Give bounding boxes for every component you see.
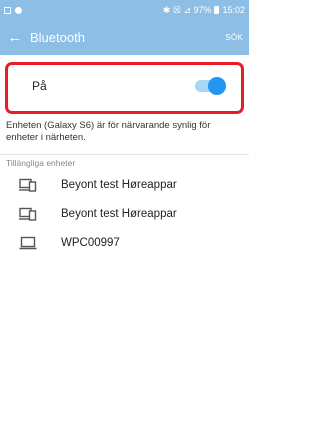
- signal-indicators: ✱ ☒ ⊿ 97%: [162, 4, 212, 15]
- device-name: WPC00997: [61, 236, 120, 249]
- devices-icon: [18, 207, 38, 221]
- battery-icon: [214, 6, 220, 14]
- device-list: Beyont test Høreappar Beyont test Høreap…: [0, 170, 249, 257]
- device-item[interactable]: Beyont test Høreappar: [0, 170, 249, 199]
- screenshot-notification-icon: [4, 6, 11, 14]
- app-bar: ← Bluetooth SÖK: [0, 20, 249, 55]
- search-button[interactable]: SÖK: [225, 33, 243, 42]
- device-name: Beyont test Høreappar: [61, 178, 177, 191]
- visibility-description: Enheten (Galaxy S6) är för närvarande sy…: [0, 117, 249, 155]
- status-time: 15:02: [222, 5, 245, 15]
- device-name: Beyont test Høreappar: [61, 207, 177, 220]
- bluetooth-toggle-label: På: [32, 79, 47, 93]
- device-item[interactable]: WPC00997: [0, 228, 249, 257]
- page-title: Bluetooth: [30, 30, 85, 45]
- available-devices-header: Tillängliga enheter: [6, 158, 76, 168]
- device-item[interactable]: Beyont test Høreappar: [0, 199, 249, 228]
- status-indicators: ✱ ☒ ⊿ 97% 15:02: [163, 5, 245, 16]
- app-notification-icon: [15, 6, 22, 14]
- bluetooth-toggle-row[interactable]: På: [0, 55, 249, 117]
- laptop-icon: [18, 236, 38, 250]
- bluetooth-switch[interactable]: [195, 77, 226, 95]
- devices-icon: [18, 178, 38, 192]
- back-arrow-icon[interactable]: ←: [0, 29, 30, 46]
- switch-knob: [208, 77, 226, 95]
- status-bar: ✱ ☒ ⊿ 97% 15:02: [0, 0, 249, 20]
- status-notification-icons: [4, 6, 22, 14]
